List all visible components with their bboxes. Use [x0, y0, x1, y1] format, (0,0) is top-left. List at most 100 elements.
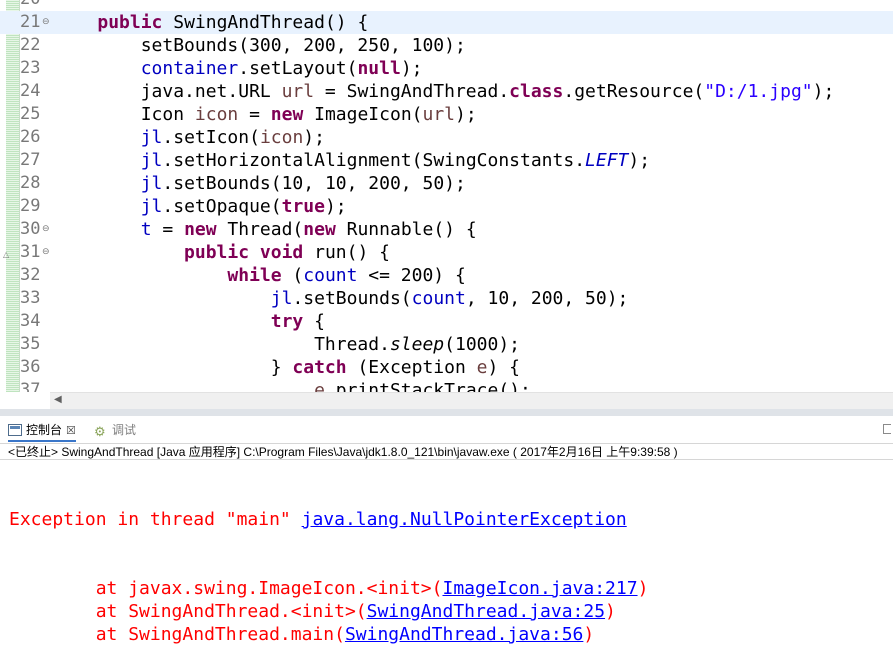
code-token: count	[411, 288, 466, 309]
code-token: t	[140, 219, 152, 240]
code-token: jl	[140, 150, 163, 171]
code-text[interactable]: try {	[54, 310, 325, 333]
code-text[interactable]: jl.setIcon(icon);	[54, 126, 325, 149]
tab-console[interactable]: 控制台 ☒	[8, 420, 76, 442]
code-token: jl	[140, 196, 163, 217]
stack-frame-line: at SwingAndThread.<init>(SwingAndThread.…	[9, 600, 648, 623]
code-text[interactable]: public void run() {	[54, 241, 390, 264]
code-token: (	[281, 265, 304, 286]
code-text[interactable]: e.printStackTrace();	[54, 379, 531, 392]
exception-text: Exception in thread "main"	[9, 509, 302, 530]
scroll-left-arrow-icon[interactable]: ◀	[54, 394, 62, 405]
code-text[interactable]: while (count <= 200) {	[54, 264, 465, 287]
code-line[interactable]: 33 jl.setBounds(count, 10, 200, 50);	[0, 287, 893, 310]
code-text[interactable]: } catch (Exception e) {	[54, 356, 520, 379]
code-token: icon	[194, 104, 239, 125]
code-token: ImageIcon(	[303, 104, 423, 125]
code-token: jl	[140, 173, 163, 194]
stack-frames: at javax.swing.ImageIcon.<init>(ImageIco…	[9, 577, 649, 646]
code-text[interactable]: jl.setHorizontalAlignment(SwingConstants…	[54, 149, 650, 172]
code-line[interactable]: 23 container.setLayout(null);	[0, 57, 893, 80]
code-token: null	[357, 58, 401, 79]
code-line[interactable]: 21 ⊖ public SwingAndThread() {	[0, 11, 893, 34]
code-token: {	[303, 311, 325, 332]
code-line[interactable]: 30 ⊖ t = new Thread(new Runnable() {	[0, 218, 893, 241]
code-text[interactable]: public SwingAndThread() {	[54, 11, 368, 34]
stack-frame-text: at SwingAndThread.main(	[9, 624, 345, 645]
code-line[interactable]: 36 } catch (Exception e) {	[0, 356, 893, 379]
code-text[interactable]: t = new Thread(new Runnable() {	[54, 218, 477, 241]
line-number: 33	[20, 288, 41, 308]
stack-frame-line: at javax.swing.ImageIcon.<init>(ImageIco…	[9, 577, 649, 600]
code-line[interactable]: 31 ⊖ △ public void run() {	[0, 241, 893, 264]
fold-collapse-icon[interactable]: ⊖	[42, 244, 52, 260]
code-token: SwingAndThread() {	[162, 12, 369, 33]
code-token: =	[238, 104, 271, 125]
code-token: icon	[259, 127, 304, 148]
code-line[interactable]: 29 jl.setOpaque(true);	[0, 195, 893, 218]
code-line[interactable]: 35 Thread.sleep(1000);	[0, 333, 893, 356]
fold-collapse-icon[interactable]: ⊖	[42, 14, 52, 30]
code-token: run() {	[303, 242, 390, 263]
code-text[interactable]: Icon icon = new ImageIcon(url);	[54, 103, 477, 126]
code-text[interactable]: Thread.sleep(1000);	[54, 333, 520, 356]
code-line[interactable]: 24 java.net.URL url = SwingAndThread.cla…	[0, 80, 893, 103]
code-line[interactable]: 22 setBounds(300, 200, 250, 100);	[0, 34, 893, 57]
code-line[interactable]: 34 try {	[0, 310, 893, 333]
exception-line: Exception in thread "main" java.lang.Nul…	[9, 508, 648, 531]
console-output[interactable]: Exception in thread "main" java.lang.Nul…	[9, 462, 648, 669]
line-number: 24	[20, 81, 41, 101]
code-token: = SwingAndThread.	[314, 81, 510, 102]
line-number: 22	[20, 35, 41, 55]
stack-frame-end: )	[637, 578, 649, 599]
line-number: 36	[20, 357, 41, 377]
code-token: );	[400, 58, 423, 79]
line-number: 26	[20, 127, 41, 147]
minimize-icon[interactable]	[883, 424, 891, 434]
line-number: 35	[20, 334, 41, 354]
code-line[interactable]: 32 while (count <= 200) {	[0, 264, 893, 287]
code-line[interactable]: 20	[0, 0, 893, 11]
code-token: count	[303, 265, 358, 286]
code-token: (Exception	[346, 357, 477, 378]
line-number: 21	[20, 12, 41, 32]
panel-separator[interactable]	[0, 409, 893, 416]
fold-collapse-icon[interactable]: ⊖	[42, 221, 52, 237]
stack-frame-link[interactable]: SwingAndThread.java:25	[367, 601, 605, 622]
code-token: ) {	[487, 357, 521, 378]
code-text[interactable]: jl.setBounds(count, 10, 200, 50);	[54, 287, 629, 310]
code-token: url	[422, 104, 456, 125]
console-icon	[8, 424, 22, 436]
stack-frame-link[interactable]: SwingAndThread.java:56	[345, 624, 583, 645]
code-token: (1000);	[444, 334, 520, 355]
close-icon[interactable]: ☒	[66, 425, 76, 437]
stack-frame-text: at SwingAndThread.<init>(	[9, 601, 367, 622]
tab-debug[interactable]: ⚙ 调试	[94, 420, 136, 440]
code-token: setBounds(300, 200, 250, 100);	[54, 35, 466, 56]
code-line[interactable]: 27 jl.setHorizontalAlignment(SwingConsta…	[0, 149, 893, 172]
code-token: );	[303, 127, 325, 148]
horizontal-scrollbar[interactable]: ◀	[50, 392, 893, 410]
code-line[interactable]: 25 Icon icon = new ImageIcon(url);	[0, 103, 893, 126]
code-line[interactable]: 26 jl.setIcon(icon);	[0, 126, 893, 149]
code-text[interactable]: jl.setOpaque(true);	[54, 195, 347, 218]
code-token: );	[455, 104, 477, 125]
code-text[interactable]: setBounds(300, 200, 250, 100);	[54, 34, 466, 57]
line-number: 30	[20, 219, 41, 239]
stack-frame-link[interactable]: ImageIcon.java:217	[442, 578, 637, 599]
code-editor[interactable]: 2021⊖ public SwingAndThread() {22 setBou…	[0, 0, 893, 392]
code-token: Thread.	[54, 334, 390, 355]
exception-link[interactable]: java.lang.NullPointerException	[302, 509, 627, 530]
code-token: .setBounds(	[292, 288, 412, 309]
code-line[interactable]: 28 jl.setBounds(10, 10, 200, 50);	[0, 172, 893, 195]
code-token: new	[303, 219, 336, 240]
code-token: jl	[270, 288, 293, 309]
code-line[interactable]: 37 e.printStackTrace();	[0, 379, 893, 392]
code-text[interactable]: java.net.URL url = SwingAndThread.class.…	[54, 80, 835, 103]
code-token: e	[314, 380, 325, 392]
code-text[interactable]: container.setLayout(null);	[54, 57, 423, 80]
code-text[interactable]: jl.setBounds(10, 10, 200, 50);	[54, 172, 466, 195]
